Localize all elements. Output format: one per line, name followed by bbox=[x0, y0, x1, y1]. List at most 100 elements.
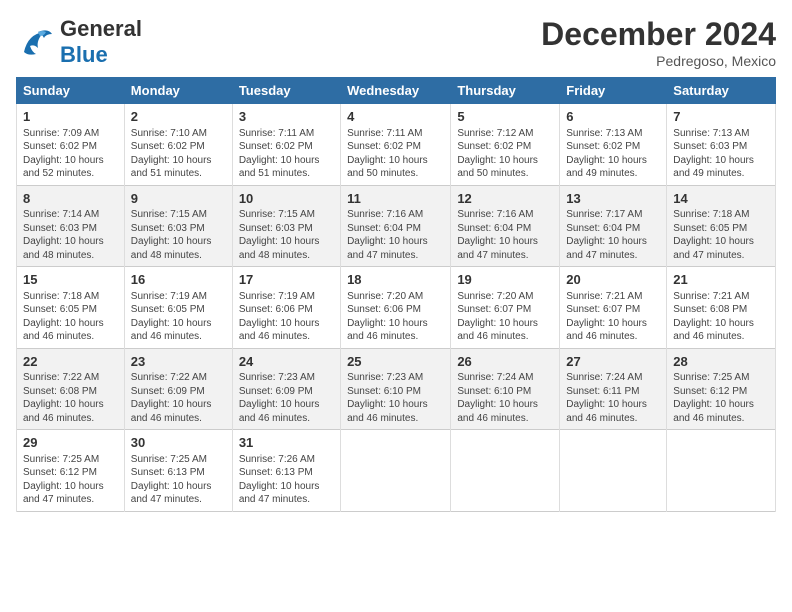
day-info: Sunrise: 7:17 AM Sunset: 6:04 PM Dayligh… bbox=[566, 208, 660, 262]
day-number: 2 bbox=[131, 108, 226, 126]
day-info: Sunrise: 7:24 AM Sunset: 6:11 PM Dayligh… bbox=[566, 371, 660, 425]
col-sunday: Sunday bbox=[17, 78, 125, 104]
logo-text: General Blue bbox=[60, 16, 142, 68]
day-info: Sunrise: 7:25 AM Sunset: 6:12 PM Dayligh… bbox=[673, 371, 769, 425]
day-info: Sunrise: 7:13 AM Sunset: 6:03 PM Dayligh… bbox=[673, 127, 769, 181]
calendar-cell: 22Sunrise: 7:22 AM Sunset: 6:08 PM Dayli… bbox=[17, 348, 125, 430]
day-number: 20 bbox=[566, 271, 660, 289]
calendar-cell: 18Sunrise: 7:20 AM Sunset: 6:06 PM Dayli… bbox=[341, 267, 451, 349]
col-friday: Friday bbox=[560, 78, 667, 104]
day-number: 23 bbox=[131, 353, 226, 371]
day-number: 11 bbox=[347, 190, 444, 208]
day-number: 12 bbox=[457, 190, 553, 208]
calendar-cell: 1Sunrise: 7:09 AM Sunset: 6:02 PM Daylig… bbox=[17, 104, 125, 186]
calendar-week-row: 8Sunrise: 7:14 AM Sunset: 6:03 PM Daylig… bbox=[17, 185, 776, 267]
calendar-header-row: Sunday Monday Tuesday Wednesday Thursday… bbox=[17, 78, 776, 104]
month-title: December 2024 bbox=[541, 16, 776, 53]
calendar-cell: 25Sunrise: 7:23 AM Sunset: 6:10 PM Dayli… bbox=[341, 348, 451, 430]
day-number: 22 bbox=[23, 353, 118, 371]
day-number: 13 bbox=[566, 190, 660, 208]
day-number: 17 bbox=[239, 271, 334, 289]
calendar-cell: 14Sunrise: 7:18 AM Sunset: 6:05 PM Dayli… bbox=[667, 185, 776, 267]
calendar-cell: 16Sunrise: 7:19 AM Sunset: 6:05 PM Dayli… bbox=[124, 267, 232, 349]
calendar-week-row: 1Sunrise: 7:09 AM Sunset: 6:02 PM Daylig… bbox=[17, 104, 776, 186]
day-number: 1 bbox=[23, 108, 118, 126]
day-info: Sunrise: 7:19 AM Sunset: 6:06 PM Dayligh… bbox=[239, 290, 334, 344]
location: Pedregoso, Mexico bbox=[541, 53, 776, 69]
day-info: Sunrise: 7:16 AM Sunset: 6:04 PM Dayligh… bbox=[347, 208, 444, 262]
calendar-cell: 20Sunrise: 7:21 AM Sunset: 6:07 PM Dayli… bbox=[560, 267, 667, 349]
day-number: 8 bbox=[23, 190, 118, 208]
day-number: 15 bbox=[23, 271, 118, 289]
calendar-cell: 26Sunrise: 7:24 AM Sunset: 6:10 PM Dayli… bbox=[451, 348, 560, 430]
calendar-cell: 7Sunrise: 7:13 AM Sunset: 6:03 PM Daylig… bbox=[667, 104, 776, 186]
day-number: 16 bbox=[131, 271, 226, 289]
day-number: 3 bbox=[239, 108, 334, 126]
day-number: 29 bbox=[23, 434, 118, 452]
day-number: 19 bbox=[457, 271, 553, 289]
calendar-cell: 9Sunrise: 7:15 AM Sunset: 6:03 PM Daylig… bbox=[124, 185, 232, 267]
day-number: 6 bbox=[566, 108, 660, 126]
day-number: 31 bbox=[239, 434, 334, 452]
day-info: Sunrise: 7:21 AM Sunset: 6:08 PM Dayligh… bbox=[673, 290, 769, 344]
calendar-cell bbox=[451, 430, 560, 512]
day-number: 28 bbox=[673, 353, 769, 371]
day-info: Sunrise: 7:25 AM Sunset: 6:13 PM Dayligh… bbox=[131, 453, 226, 507]
day-info: Sunrise: 7:11 AM Sunset: 6:02 PM Dayligh… bbox=[239, 127, 334, 181]
calendar-cell: 12Sunrise: 7:16 AM Sunset: 6:04 PM Dayli… bbox=[451, 185, 560, 267]
page-header: General Blue December 2024 Pedregoso, Me… bbox=[16, 16, 776, 69]
day-info: Sunrise: 7:26 AM Sunset: 6:13 PM Dayligh… bbox=[239, 453, 334, 507]
calendar-cell bbox=[341, 430, 451, 512]
day-info: Sunrise: 7:12 AM Sunset: 6:02 PM Dayligh… bbox=[457, 127, 553, 181]
calendar-week-row: 22Sunrise: 7:22 AM Sunset: 6:08 PM Dayli… bbox=[17, 348, 776, 430]
col-wednesday: Wednesday bbox=[341, 78, 451, 104]
title-block: December 2024 Pedregoso, Mexico bbox=[541, 16, 776, 69]
calendar-cell: 31Sunrise: 7:26 AM Sunset: 6:13 PM Dayli… bbox=[232, 430, 340, 512]
day-info: Sunrise: 7:22 AM Sunset: 6:08 PM Dayligh… bbox=[23, 371, 118, 425]
day-number: 14 bbox=[673, 190, 769, 208]
day-info: Sunrise: 7:25 AM Sunset: 6:12 PM Dayligh… bbox=[23, 453, 118, 507]
day-info: Sunrise: 7:11 AM Sunset: 6:02 PM Dayligh… bbox=[347, 127, 444, 181]
day-number: 7 bbox=[673, 108, 769, 126]
calendar-cell: 29Sunrise: 7:25 AM Sunset: 6:12 PM Dayli… bbox=[17, 430, 125, 512]
page-container: General Blue December 2024 Pedregoso, Me… bbox=[0, 0, 792, 520]
calendar-cell: 17Sunrise: 7:19 AM Sunset: 6:06 PM Dayli… bbox=[232, 267, 340, 349]
calendar-cell bbox=[667, 430, 776, 512]
calendar-cell: 2Sunrise: 7:10 AM Sunset: 6:02 PM Daylig… bbox=[124, 104, 232, 186]
day-info: Sunrise: 7:23 AM Sunset: 6:10 PM Dayligh… bbox=[347, 371, 444, 425]
day-info: Sunrise: 7:20 AM Sunset: 6:07 PM Dayligh… bbox=[457, 290, 553, 344]
calendar-cell: 11Sunrise: 7:16 AM Sunset: 6:04 PM Dayli… bbox=[341, 185, 451, 267]
logo: General Blue bbox=[16, 16, 142, 68]
day-number: 21 bbox=[673, 271, 769, 289]
day-number: 26 bbox=[457, 353, 553, 371]
calendar-cell: 23Sunrise: 7:22 AM Sunset: 6:09 PM Dayli… bbox=[124, 348, 232, 430]
calendar-cell: 6Sunrise: 7:13 AM Sunset: 6:02 PM Daylig… bbox=[560, 104, 667, 186]
calendar-cell: 30Sunrise: 7:25 AM Sunset: 6:13 PM Dayli… bbox=[124, 430, 232, 512]
day-number: 4 bbox=[347, 108, 444, 126]
calendar-cell: 10Sunrise: 7:15 AM Sunset: 6:03 PM Dayli… bbox=[232, 185, 340, 267]
day-info: Sunrise: 7:23 AM Sunset: 6:09 PM Dayligh… bbox=[239, 371, 334, 425]
day-info: Sunrise: 7:18 AM Sunset: 6:05 PM Dayligh… bbox=[23, 290, 118, 344]
day-info: Sunrise: 7:19 AM Sunset: 6:05 PM Dayligh… bbox=[131, 290, 226, 344]
day-info: Sunrise: 7:14 AM Sunset: 6:03 PM Dayligh… bbox=[23, 208, 118, 262]
day-number: 10 bbox=[239, 190, 334, 208]
day-number: 18 bbox=[347, 271, 444, 289]
calendar-cell: 21Sunrise: 7:21 AM Sunset: 6:08 PM Dayli… bbox=[667, 267, 776, 349]
calendar-table: Sunday Monday Tuesday Wednesday Thursday… bbox=[16, 77, 776, 512]
calendar-cell: 8Sunrise: 7:14 AM Sunset: 6:03 PM Daylig… bbox=[17, 185, 125, 267]
day-info: Sunrise: 7:20 AM Sunset: 6:06 PM Dayligh… bbox=[347, 290, 444, 344]
calendar-cell: 15Sunrise: 7:18 AM Sunset: 6:05 PM Dayli… bbox=[17, 267, 125, 349]
day-number: 25 bbox=[347, 353, 444, 371]
day-info: Sunrise: 7:13 AM Sunset: 6:02 PM Dayligh… bbox=[566, 127, 660, 181]
calendar-week-row: 29Sunrise: 7:25 AM Sunset: 6:12 PM Dayli… bbox=[17, 430, 776, 512]
day-info: Sunrise: 7:09 AM Sunset: 6:02 PM Dayligh… bbox=[23, 127, 118, 181]
day-info: Sunrise: 7:10 AM Sunset: 6:02 PM Dayligh… bbox=[131, 127, 226, 181]
day-info: Sunrise: 7:21 AM Sunset: 6:07 PM Dayligh… bbox=[566, 290, 660, 344]
day-info: Sunrise: 7:18 AM Sunset: 6:05 PM Dayligh… bbox=[673, 208, 769, 262]
col-monday: Monday bbox=[124, 78, 232, 104]
day-info: Sunrise: 7:22 AM Sunset: 6:09 PM Dayligh… bbox=[131, 371, 226, 425]
col-thursday: Thursday bbox=[451, 78, 560, 104]
calendar-cell: 3Sunrise: 7:11 AM Sunset: 6:02 PM Daylig… bbox=[232, 104, 340, 186]
day-info: Sunrise: 7:24 AM Sunset: 6:10 PM Dayligh… bbox=[457, 371, 553, 425]
calendar-cell: 24Sunrise: 7:23 AM Sunset: 6:09 PM Dayli… bbox=[232, 348, 340, 430]
